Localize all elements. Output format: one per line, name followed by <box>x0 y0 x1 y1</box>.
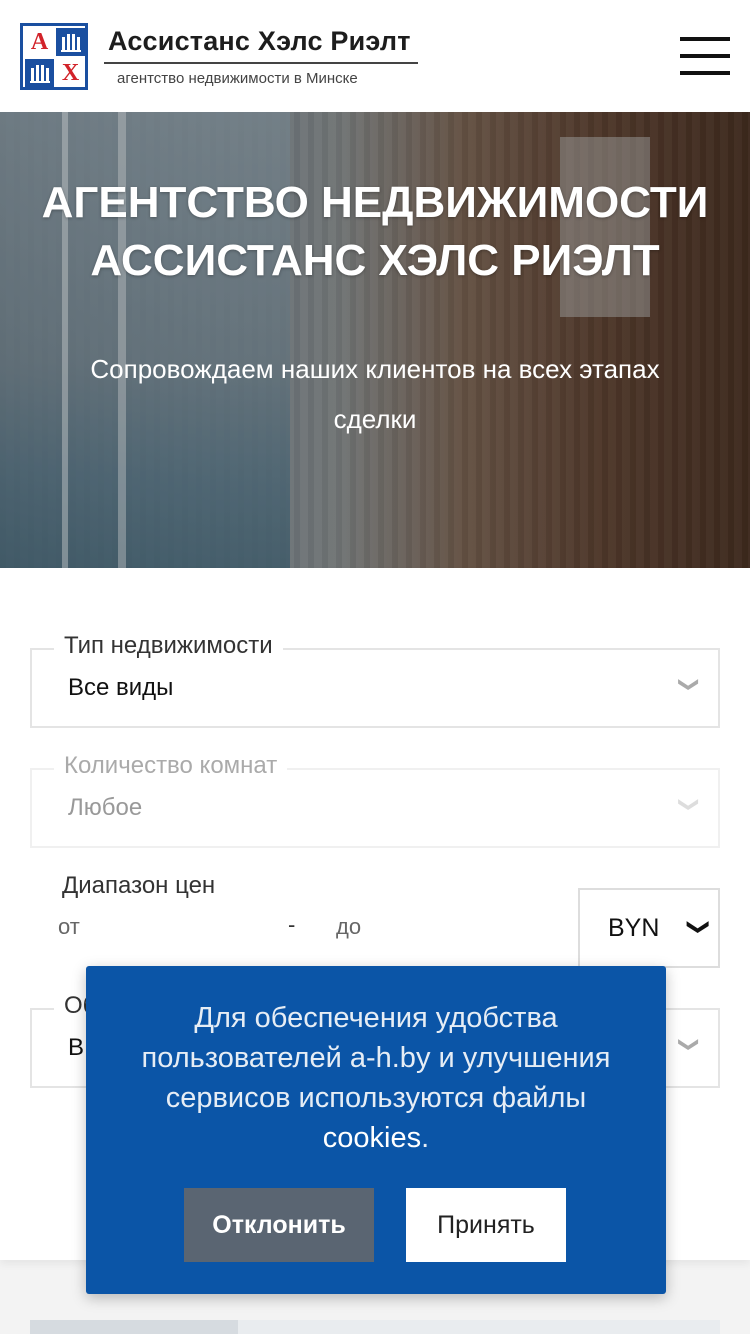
site-header: A X Ассистанс Хэлс Риэлт агентство недви… <box>0 0 750 112</box>
chevron-down-icon: ❯ <box>678 676 701 693</box>
price-separator: - <box>288 912 296 937</box>
hero-banner: АГЕНТСТВО НЕДВИЖИМОСТИ АССИСТАНС ХЭЛС РИ… <box>0 112 750 568</box>
price-range-label: Диапазон цен <box>62 872 216 899</box>
listing-card-preview[interactable] <box>30 1320 720 1334</box>
decline-button[interactable]: Отклонить <box>184 1188 374 1262</box>
chevron-down-icon: ❯ <box>678 796 701 813</box>
brand-tagline: агентство недвижимости в Минске <box>117 70 358 87</box>
hero-subtitle: Сопровождаем наших клиентов на всех этап… <box>90 354 660 434</box>
object-value: В <box>68 1034 85 1061</box>
hamburger-menu-icon[interactable] <box>680 37 730 75</box>
cookies-link[interactable]: cookies <box>323 1122 421 1154</box>
logo-building-icon <box>56 28 85 56</box>
rooms-label: Количество комнат <box>54 752 288 780</box>
listing-card-image <box>30 1320 238 1334</box>
cookie-message-end: . <box>421 1122 430 1154</box>
price-to-input[interactable]: до <box>336 914 361 940</box>
cookie-message-text: Для обеспечения удобства пользователей a… <box>141 1002 611 1114</box>
cookie-consent-banner: Для обеспечения удобства пользователей a… <box>86 966 666 1294</box>
price-from-input[interactable]: от <box>58 914 80 940</box>
logo-letter-a: A <box>25 28 54 56</box>
cookie-message: Для обеспечения удобства пользователей a… <box>116 998 636 1158</box>
property-type-value: Все виды <box>68 674 174 701</box>
chevron-down-icon: ❯ <box>686 917 712 937</box>
accept-button[interactable]: Принять <box>406 1188 566 1262</box>
logo-letter-x: X <box>56 59 85 87</box>
property-type-select[interactable]: Тип недвижимости Все виды ❯ <box>30 632 720 728</box>
rooms-value: Любое <box>68 794 143 821</box>
property-type-label: Тип недвижимости <box>54 632 283 660</box>
hero-title: АГЕНТСТВО НЕДВИЖИМОСТИ АССИСТАНС ХЭЛС РИ… <box>41 178 709 285</box>
currency-select[interactable]: BYN ❯ <box>578 888 720 968</box>
chevron-down-icon: ❯ <box>678 1036 701 1053</box>
logo-building-icon <box>25 59 54 87</box>
brand-name[interactable]: Ассистанс Хэлс Риэлт <box>108 26 411 57</box>
brand-divider <box>104 62 418 64</box>
rooms-select[interactable]: Количество комнат Любое ❯ <box>30 752 720 848</box>
currency-value: BYN <box>608 914 660 942</box>
logo[interactable]: A X <box>20 23 88 90</box>
